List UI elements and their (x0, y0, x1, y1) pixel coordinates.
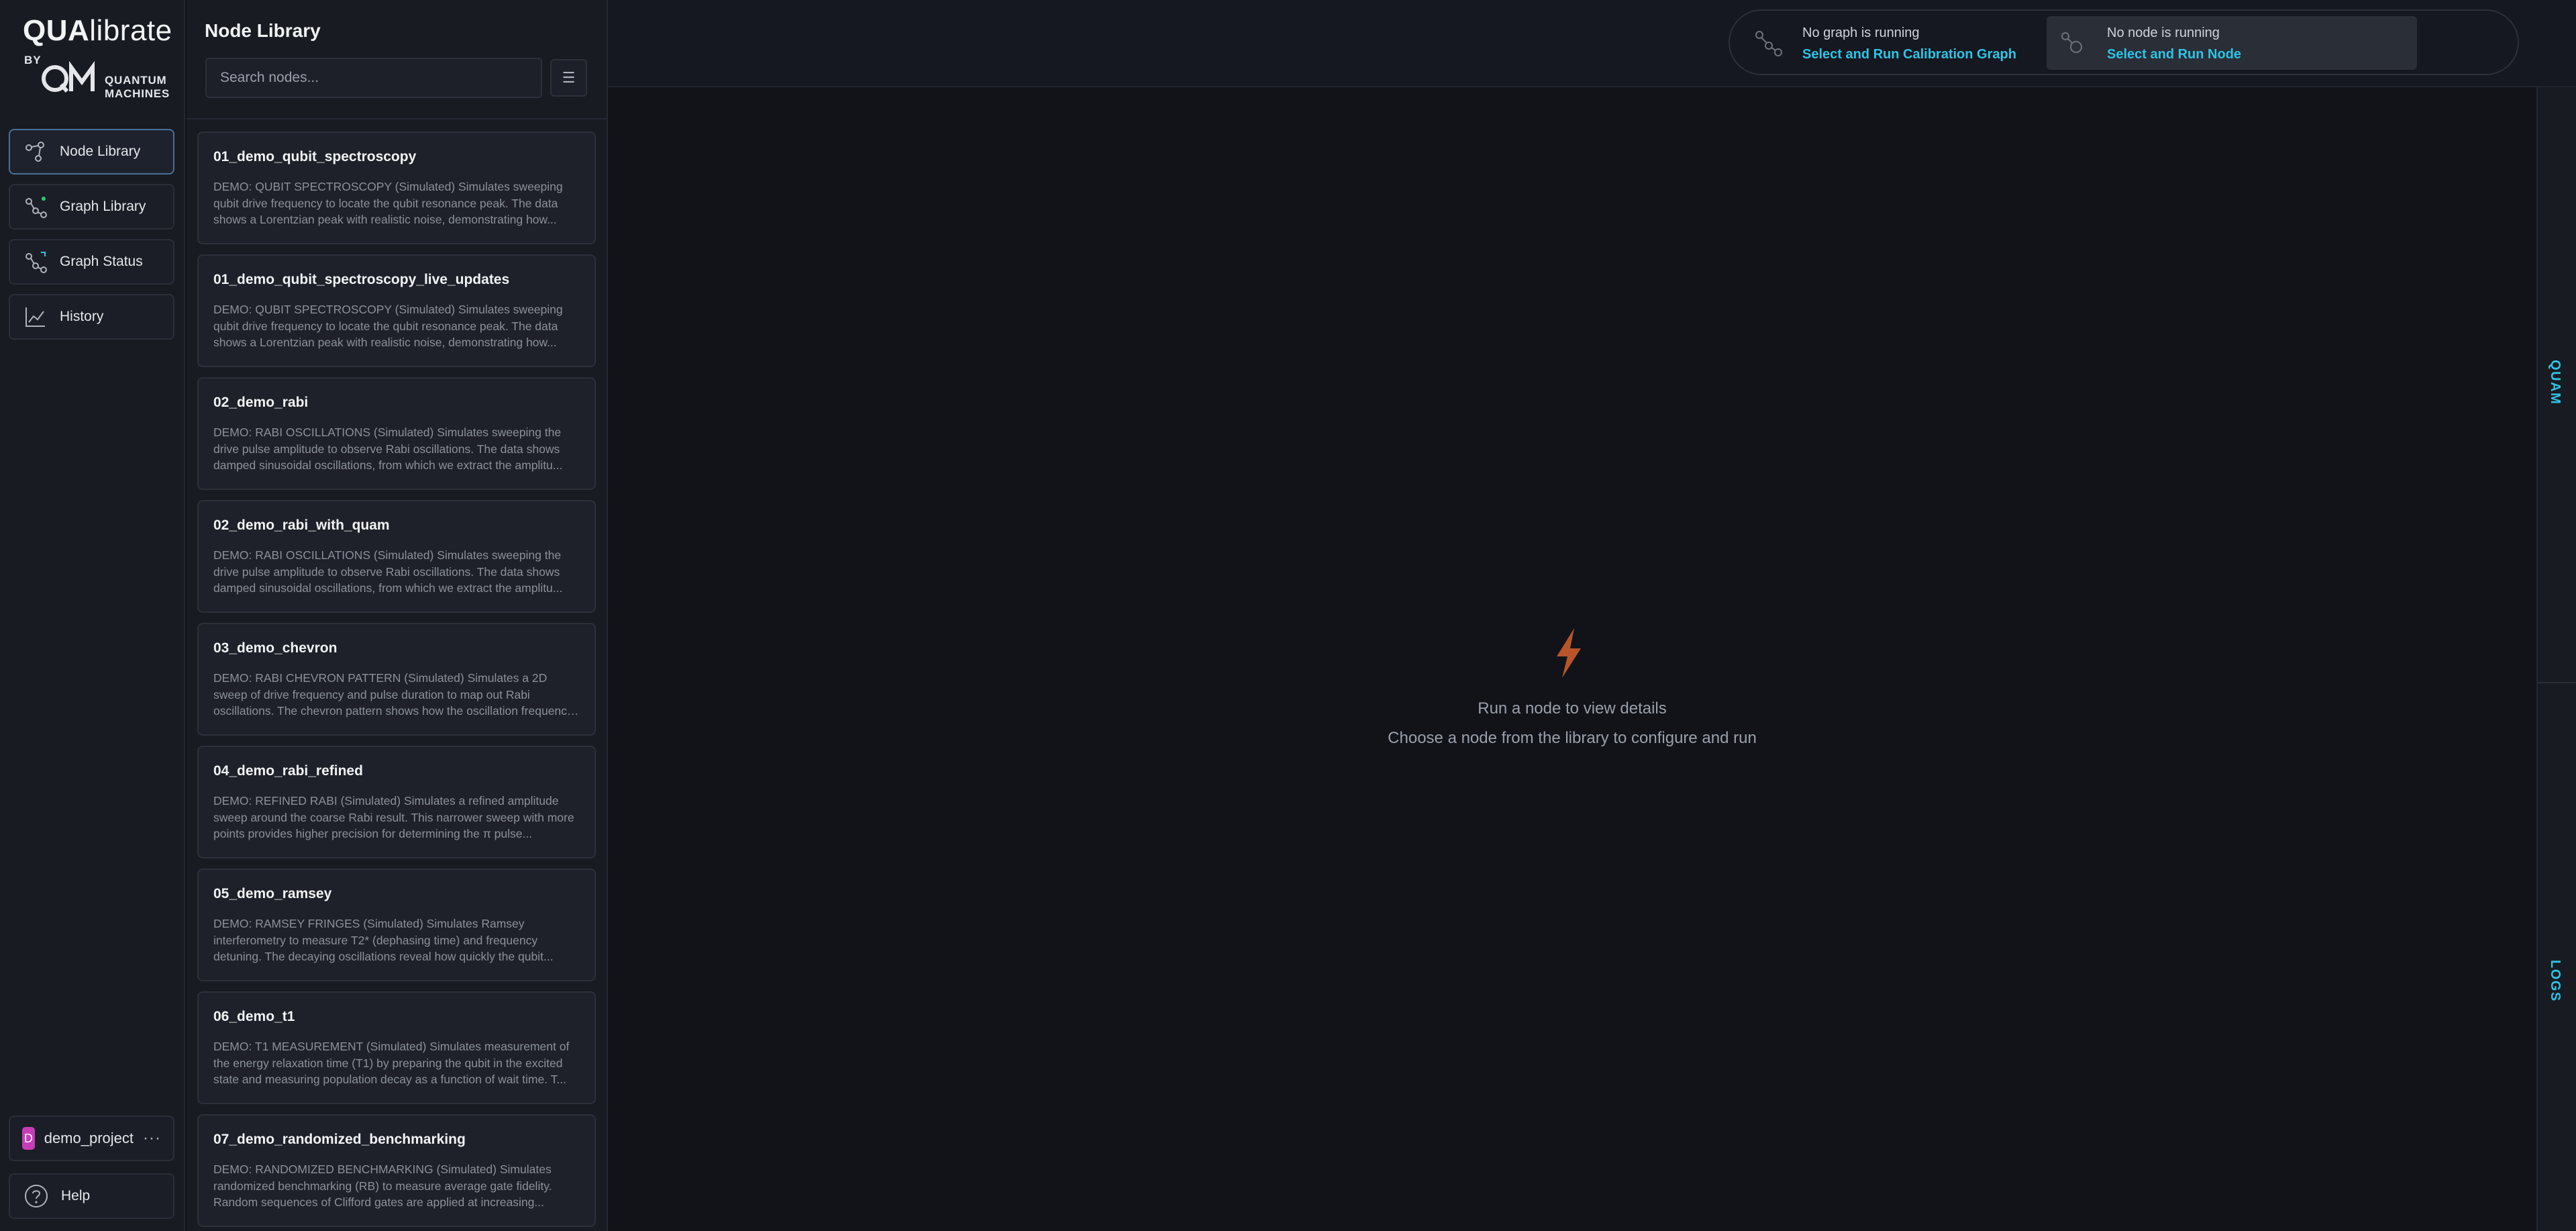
node-card[interactable]: 07_demo_randomized_benchmarking DEMO: RA… (197, 1114, 596, 1227)
filter-button[interactable]: ☰ (550, 59, 587, 97)
right-rail: QUAM LOGS (2536, 87, 2576, 1231)
node-icon (2061, 32, 2082, 53)
sidebar-item-node-library[interactable]: Node Library (9, 129, 174, 175)
graph-icon (1755, 31, 1782, 56)
node-card[interactable]: 01_demo_qubit_spectroscopy_live_updates … (197, 254, 596, 367)
project-avatar: D (22, 1127, 35, 1150)
app-logo: QUAlibrate BY QUANTUM MACHINES (23, 14, 172, 101)
top-bar: No graph is running Select and Run Calib… (608, 0, 2576, 87)
node-run-status[interactable]: No node is running Select and Run Node (2047, 16, 2417, 70)
node-description: DEMO: T1 MEASUREMENT (Simulated) Simulat… (213, 1040, 570, 1086)
sidebar-item-label: Graph Status (60, 254, 143, 269)
history-chart-icon (25, 307, 45, 327)
node-name: 02_demo_rabi (213, 395, 309, 410)
more-options-icon[interactable]: ··· (143, 1129, 161, 1148)
sidebar-item-graph-library[interactable]: Graph Library (9, 184, 174, 230)
help-label: Help (61, 1188, 91, 1203)
node-library-icon (25, 142, 44, 162)
node-card[interactable]: 06_demo_t1 DEMO: T1 MEASUREMENT (Simulat… (197, 991, 596, 1104)
node-card[interactable]: 01_demo_qubit_spectroscopy DEMO: QUBIT S… (197, 132, 596, 244)
node-name: 05_demo_ramsey (213, 886, 332, 901)
node-description: DEMO: RABI OSCILLATIONS (Simulated) Simu… (213, 426, 563, 472)
node-status-title: No node is running (2107, 26, 2220, 40)
node-card[interactable]: 03_demo_chevron DEMO: RABI CHEVRON PATTE… (197, 623, 596, 736)
brand-name: QUAlibrate (23, 14, 172, 47)
list-filter-icon: ☰ (562, 69, 576, 86)
node-library-panel: Node Library ☰ 01_demo_qubit_spectroscop… (187, 0, 608, 1231)
node-description: DEMO: RABI CHEVRON PATTERN (Simulated) S… (213, 671, 573, 718)
lightning-bolt-icon (1557, 628, 1581, 678)
node-name: 01_demo_qubit_spectroscopy (213, 149, 417, 164)
help-button[interactable]: Help (9, 1173, 174, 1219)
node-name: 01_demo_qubit_spectroscopy_live_updates (213, 272, 510, 287)
node-card[interactable]: 02_demo_rabi DEMO: RABI OSCILLATIONS (Si… (197, 377, 596, 490)
sidebar-item-label: Node Library (60, 144, 141, 159)
left-sidebar: QUAlibrate BY QUANTUM MACHINES Node Libr… (0, 0, 185, 1231)
search-input[interactable] (205, 58, 542, 98)
node-description: DEMO: QUBIT SPECTROSCOPY (Simulated) Sim… (213, 180, 563, 226)
sidebar-item-history[interactable]: History (9, 294, 174, 340)
node-name: 03_demo_chevron (213, 640, 338, 656)
node-card[interactable]: 02_demo_rabi_with_quam DEMO: RABI OSCILL… (197, 500, 596, 613)
panel-title: Node Library (205, 20, 321, 41)
graph-status-title: No graph is running (1802, 26, 1920, 40)
help-icon (25, 1185, 48, 1208)
graph-library-icon (25, 197, 47, 218)
graph-status-icon (25, 252, 47, 273)
select-run-node-link[interactable]: Select and Run Node (2107, 47, 2241, 62)
project-name: demo_project (44, 1130, 134, 1146)
node-name: 02_demo_rabi_with_quam (213, 518, 390, 533)
node-description: DEMO: RANDOMIZED BENCHMARKING (Simulated… (213, 1163, 552, 1209)
node-description: DEMO: RAMSEY FRINGES (Simulated) Simulat… (213, 917, 554, 963)
divider (2538, 682, 2576, 683)
sidebar-item-label: History (60, 309, 104, 324)
brand-company: QUANTUM MACHINES (105, 74, 170, 100)
sidebar-item-graph-status[interactable]: Graph Status (9, 239, 174, 285)
select-run-graph-link[interactable]: Select and Run Calibration Graph (1802, 47, 2016, 62)
node-card[interactable]: 05_demo_ramsey DEMO: RAMSEY FRINGES (Sim… (197, 869, 596, 981)
tab-quam[interactable]: QUAM (2547, 360, 2563, 405)
node-description: DEMO: RABI OSCILLATIONS (Simulated) Simu… (213, 548, 563, 595)
empty-state-subtitle: Choose a node from the library to config… (1388, 729, 1757, 747)
divider (187, 118, 607, 119)
node-name: 06_demo_t1 (213, 1009, 295, 1024)
run-status-pill: No graph is running Select and Run Calib… (1729, 9, 2519, 75)
node-card[interactable]: 04_demo_rabi_refined DEMO: REFINED RABI … (197, 746, 596, 858)
node-name: 04_demo_rabi_refined (213, 763, 363, 779)
project-selector[interactable]: D demo_project ··· (9, 1116, 174, 1161)
node-name: 07_demo_randomized_benchmarking (213, 1132, 466, 1147)
tab-logs[interactable]: LOGS (2547, 960, 2563, 1002)
empty-state-title: Run a node to view details (1478, 699, 1667, 718)
node-description: DEMO: REFINED RABI (Simulated) Simulates… (213, 794, 574, 840)
node-description: DEMO: QUBIT SPECTROSCOPY (Simulated) Sim… (213, 303, 563, 349)
graph-run-status[interactable]: No graph is running Select and Run Calib… (1742, 16, 2057, 70)
sidebar-item-label: Graph Library (60, 199, 146, 214)
node-list: 01_demo_qubit_spectroscopy DEMO: QUBIT S… (197, 132, 596, 1231)
